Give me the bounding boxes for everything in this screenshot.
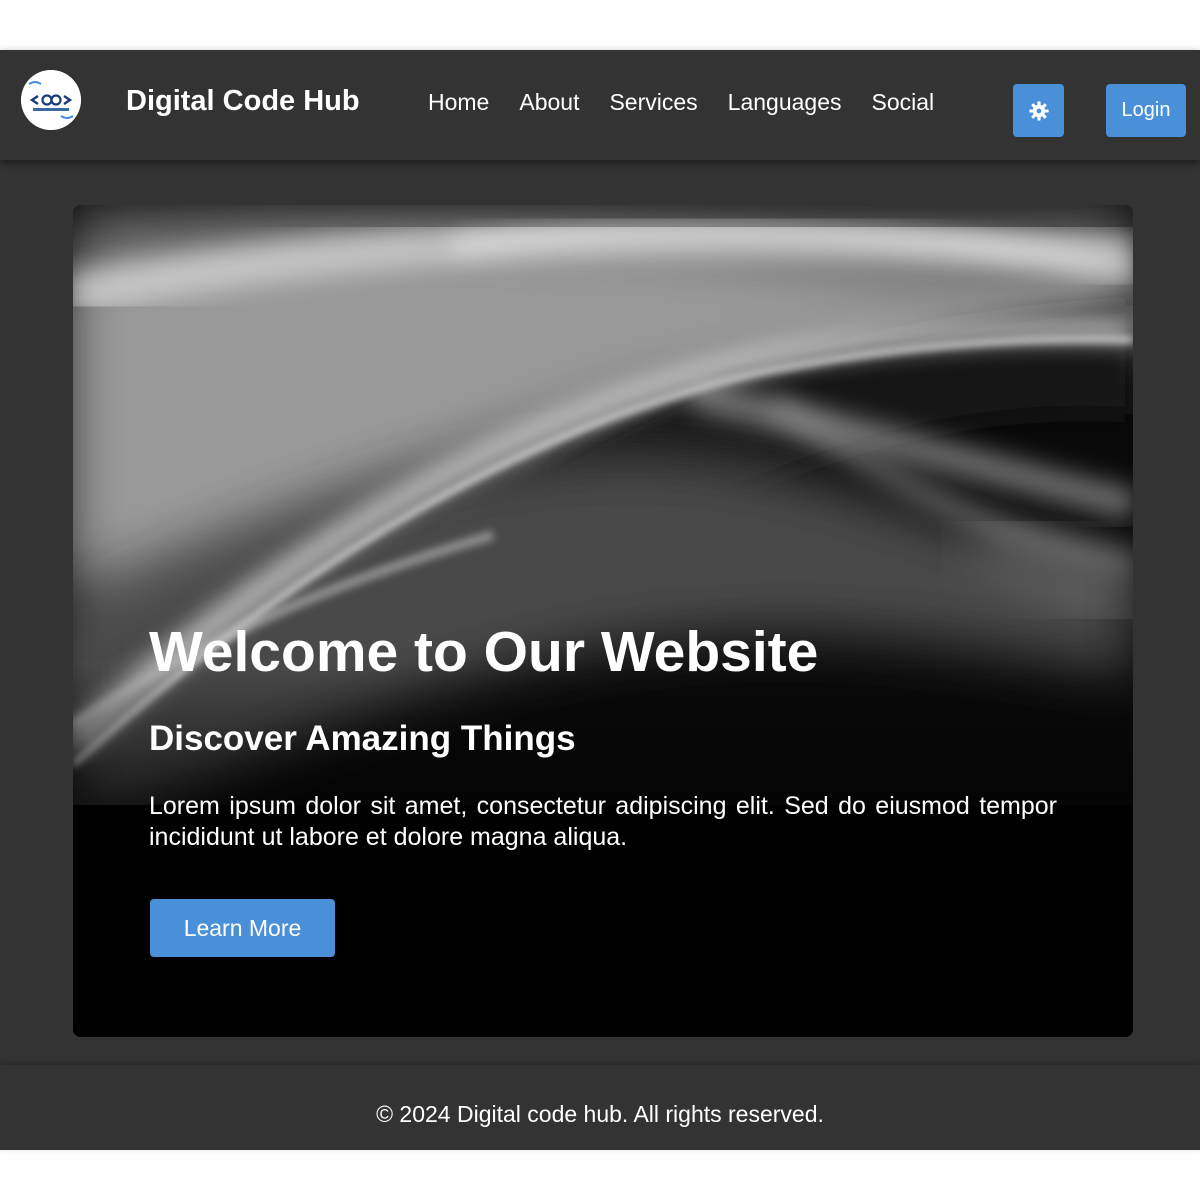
gear-icon [1028,100,1049,121]
hero-section: Welcome to Our Website Discover Amazing … [73,205,1133,1037]
nav-item-languages[interactable]: Languages [728,87,842,117]
learn-more-button[interactable]: Learn More [150,899,335,957]
hero-subtitle: Discover Amazing Things [149,719,576,758]
nav-item-social[interactable]: Social [872,87,935,117]
nav-item-home[interactable]: Home [428,87,489,117]
brand-name[interactable]: Digital Code Hub [126,83,360,119]
logo-icon [21,70,81,130]
nav-item-about[interactable]: About [519,87,579,117]
site-header: Digital Code Hub Home About Services Lan… [0,50,1200,160]
nav-item-services[interactable]: Services [609,87,697,117]
site-logo[interactable] [21,70,81,130]
copyright-text: © 2024 Digital code hub. All rights rese… [376,1101,824,1127]
hero-description: Lorem ipsum dolor sit amet, consectetur … [149,792,1057,851]
hero-title: Welcome to Our Website [149,620,819,684]
page: Digital Code Hub Home About Services Lan… [0,50,1200,1150]
main-nav: Home About Services Languages Social [428,87,934,117]
login-button[interactable]: Login [1106,84,1186,137]
site-footer: © 2024 Digital code hub. All rights rese… [0,1065,1200,1150]
theme-toggle-button[interactable] [1013,84,1064,137]
